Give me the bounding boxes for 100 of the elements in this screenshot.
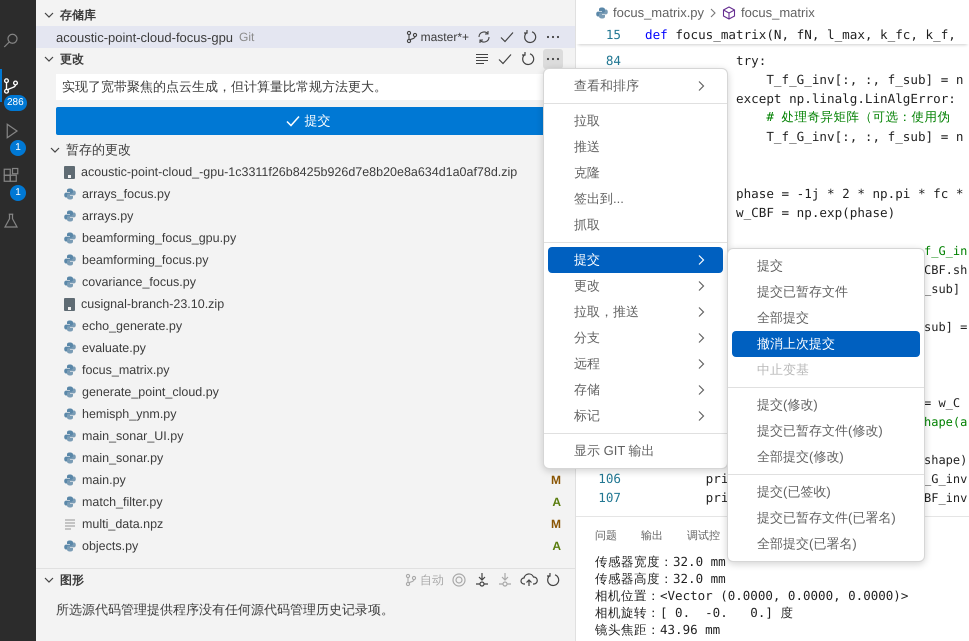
file-name: hemisph_ynm.py	[82, 407, 176, 421]
code-text: _G_inv	[924, 472, 968, 486]
code-text: focus_matrix(N, fN, l_max, k_fc, k_f,	[675, 27, 956, 42]
check-icon	[284, 114, 300, 128]
code-text: shape)	[924, 452, 968, 466]
file-row[interactable]: objects.py A	[36, 535, 575, 557]
menu-item[interactable]: 全部提交(修改)	[732, 444, 920, 470]
code-text: _sub]	[924, 282, 960, 296]
chevron-down-icon[interactable]	[44, 575, 54, 585]
python-file-icon	[64, 276, 76, 288]
code-text: phase = -1j * 2 * np.pi * fc *	[736, 186, 964, 201]
line-number: 107	[598, 490, 621, 505]
file-name: beamforming_focus_gpu.py	[82, 231, 236, 245]
file-status: M	[551, 517, 561, 531]
menu-item[interactable]: 提交(修改)	[732, 392, 920, 418]
code-text: pri	[706, 471, 728, 486]
section-title: 存储库	[60, 6, 96, 24]
file-name: focus_matrix.py	[82, 363, 170, 377]
python-file-icon	[64, 232, 76, 244]
python-file-icon	[64, 540, 76, 552]
file-name: echo_generate.py	[82, 319, 182, 333]
file-name: main.py	[82, 473, 126, 487]
panel-tab[interactable]: 问题	[595, 528, 617, 542]
file-status: A	[552, 539, 561, 553]
python-file-icon	[64, 452, 76, 464]
terminal-line: 相机位置：<Vector (0.0000, 0.0000, 0.0000)>	[595, 587, 910, 604]
code-text: f_G_in	[924, 244, 968, 258]
code-text: except np.linalg.LinAlgError:	[736, 91, 956, 106]
menu-item[interactable]: 全部提交(已署名)	[732, 531, 920, 557]
sync-icon[interactable]	[476, 29, 492, 45]
file-name: covariance_focus.py	[82, 275, 196, 289]
line-number: 106	[598, 471, 621, 486]
section-title: 图形	[60, 572, 84, 588]
chevron-down-icon[interactable]	[44, 54, 54, 64]
list-icon[interactable]	[474, 51, 490, 67]
extensions-icon[interactable]	[2, 166, 20, 184]
file-name: main_sonar.py	[82, 451, 164, 465]
breadcrumb-item[interactable]: focus_matrix.py	[613, 5, 704, 20]
refresh-icon[interactable]	[522, 29, 538, 45]
python-file-icon	[64, 210, 76, 222]
menu-item[interactable]: 提交	[732, 253, 920, 279]
menu-item[interactable]: 撤消上次提交	[732, 331, 920, 357]
menu-item[interactable]: 全部提交	[732, 305, 920, 331]
branch-icon[interactable]	[406, 30, 418, 44]
branch-name[interactable]: master*+	[420, 30, 469, 44]
code-text: T_f_G_inv[:, :, f_sub] = n	[766, 72, 964, 87]
code-text: CBF.sh	[924, 262, 968, 276]
cloud-upload-icon[interactable]	[520, 572, 538, 588]
file-name: match_filter.py	[82, 495, 163, 509]
repository-name: acoustic-point-cloud-focus-gpu	[56, 30, 234, 44]
file-name: cusignal-branch-23.10.zip	[81, 297, 224, 311]
refresh-icon[interactable]	[520, 51, 536, 67]
menu-item[interactable]: 提交(已签收)	[732, 479, 920, 505]
chevron-right-icon	[709, 8, 718, 18]
line-number: 15	[604, 27, 621, 42]
python-file-icon	[64, 320, 76, 332]
code-text: BF_inv	[924, 490, 968, 504]
file-name: objects.py	[82, 539, 138, 553]
menu-item[interactable]: 提交已暂存文件(已署名)	[732, 505, 920, 531]
code-text: try:	[736, 53, 766, 68]
archive-file-icon	[64, 166, 75, 178]
terminal-line: 传感器宽度：32.0 mm	[595, 553, 727, 570]
provider-label: Git	[239, 30, 254, 44]
file-row[interactable]: main.py M	[36, 469, 575, 491]
more-icon[interactable]	[543, 49, 563, 69]
search-icon[interactable]	[2, 32, 20, 50]
panel-tab[interactable]: 输出	[641, 528, 663, 542]
code-text: hape(a	[924, 414, 968, 428]
file-name: evaluate.py	[82, 341, 146, 355]
chevron-down-icon[interactable]	[50, 145, 60, 155]
source-control-icon[interactable]	[2, 76, 20, 94]
file-name: beamforming_focus.py	[82, 253, 208, 267]
menu-item[interactable]: 推送	[548, 134, 723, 160]
terminal-line: 传感器高度：32.0 mm	[595, 570, 727, 587]
code-text: w_CBF = np.exp(phase)	[736, 205, 896, 220]
group-title: 暂存的更改	[66, 141, 131, 159]
python-file-icon	[64, 386, 76, 398]
file-name: multi_data.npz	[82, 517, 164, 531]
menu-item[interactable]: 提交	[548, 247, 723, 273]
code-text: sub] =	[924, 320, 968, 334]
python-file-icon	[64, 430, 76, 442]
code-keyword: def	[645, 27, 668, 42]
panel-tab[interactable]: 调试控	[687, 528, 720, 542]
python-file-icon	[64, 496, 76, 508]
menu-item[interactable]: 提交已暂存文件(修改)	[732, 418, 920, 444]
count-badge: 1	[10, 140, 26, 156]
text-file-icon	[64, 518, 76, 530]
file-row[interactable]: match_filter.py A	[36, 491, 575, 513]
python-file-icon	[64, 408, 76, 420]
flask-icon[interactable]	[2, 212, 20, 230]
fetch-icon[interactable]	[474, 572, 490, 588]
file-row[interactable]: multi_data.npz M	[36, 513, 575, 535]
menu-item[interactable]: 提交已暂存文件	[732, 279, 920, 305]
line-number: 84	[606, 53, 621, 68]
breadcrumb-item[interactable]: focus_matrix	[741, 5, 815, 20]
python-file-icon	[64, 474, 76, 486]
repository-row[interactable]: acoustic-point-cloud-focus-gpu Git master*+	[36, 26, 575, 48]
refresh-icon[interactable]	[545, 572, 561, 588]
python-file-icon	[64, 188, 76, 200]
chevron-down-icon[interactable]	[44, 10, 54, 20]
